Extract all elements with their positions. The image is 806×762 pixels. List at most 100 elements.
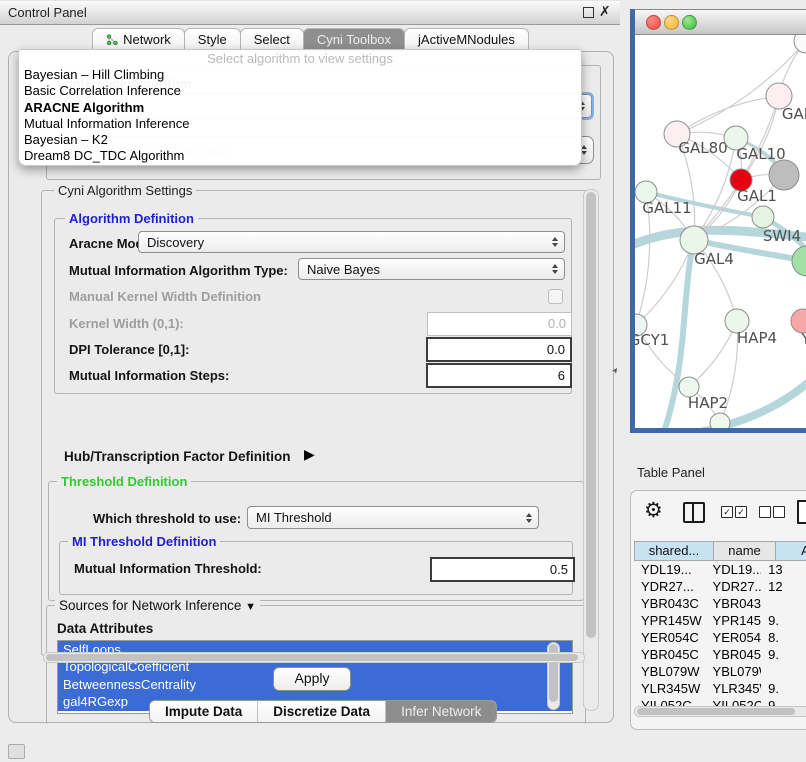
tab-network[interactable]: Network xyxy=(92,28,185,51)
zoom-traffic-light-icon[interactable] xyxy=(682,15,697,30)
aracne-mode-combo[interactable]: Discovery xyxy=(138,231,565,253)
mi-algorithm-type-label: Mutual Information Algorithm Type: xyxy=(69,263,288,278)
float-window-icon[interactable] xyxy=(583,7,594,18)
network-node-label: GAL4 xyxy=(694,250,734,268)
table-cell: YBL079W xyxy=(706,663,762,680)
network-node[interactable] xyxy=(792,246,806,276)
network-node[interactable] xyxy=(710,413,730,428)
page-icon[interactable] xyxy=(797,500,806,524)
table-cell: YBR043C xyxy=(634,595,706,612)
algorithm-option-aracne-algorithm[interactable]: ARACNE Algorithm xyxy=(19,100,581,116)
network-node[interactable] xyxy=(769,160,799,190)
dpi-tolerance-label: DPI Tolerance [0,1]: xyxy=(69,342,189,357)
algorithm-option-bayesian-hill-climbing[interactable]: Bayesian – Hill Climbing xyxy=(19,67,581,83)
expand-arrow-icon[interactable]: ▶ xyxy=(304,446,315,463)
algorithm-option-bayesian-k2[interactable]: Bayesian – K2 xyxy=(19,132,581,148)
tab-label: Network xyxy=(123,29,171,51)
network-canvas[interactable]: GALGAL80GAL10GAL1GAL11SWI4GAL4GCY1HAP4YH… xyxy=(635,35,806,428)
table-cell: 9. xyxy=(761,680,806,697)
table-cell: YPR145W xyxy=(706,612,762,629)
dock-panel-icon[interactable] xyxy=(8,744,25,759)
algorithm-option-mutual-information-inference[interactable]: Mutual Information Inference xyxy=(19,116,581,132)
apply-button[interactable]: Apply xyxy=(273,667,351,691)
tab-style[interactable]: Style xyxy=(184,28,241,51)
bottom-tab-impute-data[interactable]: Impute Data xyxy=(150,701,257,722)
table-body: YDL19...YDL19...13YDR27...YDR27...12YBR0… xyxy=(634,561,806,714)
column-header-name[interactable]: name xyxy=(714,541,776,561)
mi-algorithm-type-combo[interactable]: Naive Bayes xyxy=(298,258,565,280)
table-cell xyxy=(761,663,806,680)
table-row[interactable]: YLR345WYLR345W9. xyxy=(634,680,806,697)
table-panel: ⚙ ✓ ✓ shared...nameA YDL19...YDL19...13Y… xyxy=(630,490,806,730)
network-node[interactable] xyxy=(794,35,806,53)
settings-vertical-scrollbar[interactable] xyxy=(583,189,599,711)
kernel-width-input[interactable]: 0.0 xyxy=(427,312,572,336)
table-row[interactable]: YDR27...YDR27...12 xyxy=(634,578,806,595)
table-row[interactable]: YPR145WYPR145W9. xyxy=(634,612,806,629)
tab-select[interactable]: Select xyxy=(240,28,304,51)
network-node-label: GAL1 xyxy=(737,187,777,205)
tab-jactivemnodules[interactable]: jActiveMNodules xyxy=(404,28,529,51)
sources-title[interactable]: Sources for Network Inference ▼ xyxy=(55,598,260,613)
manual-kernel-width-checkbox[interactable] xyxy=(548,289,563,304)
threshold-definition-title: Threshold Definition xyxy=(57,474,191,489)
network-node-label: GAL10 xyxy=(736,145,785,163)
close-icon[interactable]: ✗ xyxy=(599,3,611,20)
algorithm-option-basic-correlation-inference[interactable]: Basic Correlation Inference xyxy=(19,83,581,99)
table-horizontal-scrollbar[interactable] xyxy=(634,706,806,717)
bottom-tab-bar: Impute DataDiscretize DataInfer Network xyxy=(149,700,497,723)
table-cell: 9. xyxy=(761,646,806,663)
mi-threshold-input[interactable]: 0.5 xyxy=(430,557,575,582)
minimize-traffic-light-icon[interactable] xyxy=(664,15,679,30)
network-window-titlebar[interactable] xyxy=(635,9,806,35)
algorithm-option-dream8-dc-tdc-algorithm[interactable]: Dream8 DC_TDC Algorithm xyxy=(19,148,581,164)
unchecked-checkbox-icon[interactable] xyxy=(759,506,771,518)
cyni-algorithm-settings-group: Cyni Algorithm Settings Algorithm Defini… xyxy=(41,190,587,656)
algorithm-definition-group: Algorithm Definition Aracne Mode: Discov… xyxy=(54,218,572,394)
gear-icon[interactable]: ⚙ xyxy=(644,498,663,523)
unchecked-checkbox-icon[interactable] xyxy=(773,506,785,518)
column-header-shared[interactable]: shared... xyxy=(634,541,714,561)
table-row[interactable]: YDL19...YDL19...13 xyxy=(634,561,806,578)
table-cell: YDL19... xyxy=(706,561,762,578)
table-row[interactable]: YBL079WYBL079W xyxy=(634,663,806,680)
bottom-tab-discretize-data[interactable]: Discretize Data xyxy=(257,701,385,722)
settings-horizontal-scrollbar[interactable] xyxy=(43,652,585,663)
tab-label: Select xyxy=(254,29,290,51)
network-view-window: GALGAL80GAL10GAL1GAL11SWI4GAL4GCY1HAP4YH… xyxy=(630,9,806,433)
mi-threshold-group: MI Threshold Definition Mutual Informati… xyxy=(59,541,573,595)
table-toolbar: ⚙ ✓ ✓ xyxy=(631,491,806,535)
split-columns-icon[interactable] xyxy=(683,502,705,523)
checked-checkbox-icon[interactable]: ✓ xyxy=(735,506,747,518)
network-node-label: HAP4 xyxy=(737,329,777,347)
mi-threshold-group-title: MI Threshold Definition xyxy=(68,534,220,549)
app-root: Control Panel ✗ Network Style Select Cyni T… xyxy=(0,0,806,762)
network-edge xyxy=(677,96,779,134)
table-row[interactable]: YBR043CYBR043C xyxy=(634,595,806,612)
tab-label: jActiveMNodules xyxy=(418,29,515,51)
hub-definition-label[interactable]: Hub/Transcription Factor Definition xyxy=(64,449,291,464)
control-panel-window: Control Panel ✗ Network Style Select Cyni T… xyxy=(0,0,620,730)
tab-label: Style xyxy=(198,29,227,51)
control-panel-titlebar: Control Panel ✗ xyxy=(0,0,620,25)
table-cell: YBR045C xyxy=(706,646,762,663)
network-node-label: GAL xyxy=(782,105,806,123)
bottom-tab-infer-network[interactable]: Infer Network xyxy=(385,701,496,722)
close-traffic-light-icon[interactable] xyxy=(646,15,661,30)
dpi-tolerance-input[interactable]: 0.0 xyxy=(426,337,572,362)
checked-checkbox-icon[interactable]: ✓ xyxy=(721,506,733,518)
mi-threshold-label: Mutual Information Threshold: xyxy=(74,561,262,576)
kernel-width-label: Kernel Width (0,1): xyxy=(69,316,184,331)
table-row[interactable]: YBR045CYBR045C9. xyxy=(634,646,806,663)
network-node-label: GAL11 xyxy=(642,199,691,217)
network-node-swi4[interactable] xyxy=(752,206,774,228)
which-threshold-combo[interactable]: MI Threshold xyxy=(247,506,539,529)
tab-cyni-toolbox[interactable]: Cyni Toolbox xyxy=(303,28,405,51)
mi-steps-label: Mutual Information Steps: xyxy=(69,368,229,383)
column-header-a[interactable]: A xyxy=(776,541,806,561)
network-graph: GALGAL80GAL10GAL1GAL11SWI4GAL4GCY1HAP4YH… xyxy=(635,35,806,428)
table-cell: 9. xyxy=(761,612,806,629)
mi-steps-input[interactable]: 6 xyxy=(426,363,572,388)
table-row[interactable]: YER054CYER054C8. xyxy=(634,629,806,646)
threshold-definition-group: Threshold Definition Which threshold to … xyxy=(48,481,584,601)
